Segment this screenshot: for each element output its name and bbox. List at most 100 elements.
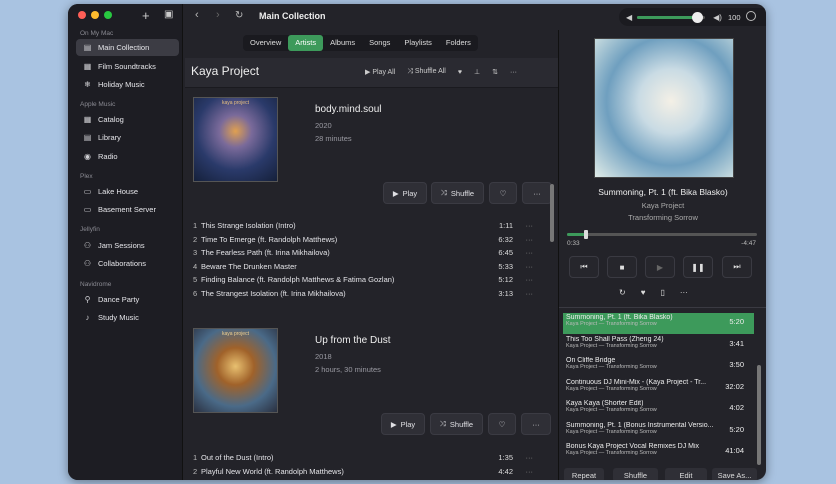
track-row[interactable]: 2 Playful New World (ft. Randolph Matthew… [193,465,533,478]
minimize-window-button[interactable] [91,11,99,19]
lyrics-icon[interactable]: ▯ [660,288,664,297]
more-icon[interactable]: ··· [513,235,534,244]
sidebar-item-film-soundtracks[interactable]: ▦ Film Soundtracks [76,58,179,75]
track-number: 6 [193,288,198,298]
zoom-window-button[interactable] [104,11,112,19]
play-button[interactable]: ▶ Play [381,413,425,435]
add-icon[interactable]: + [142,8,150,23]
tab-songs[interactable]: Songs [362,35,397,51]
more-icon[interactable]: ··· [680,288,688,297]
favorite-button[interactable]: ♡ [489,182,517,204]
sidebar-item-label: Catalog [98,115,124,124]
sidebar-item-basement-server[interactable]: ▭ Basement Server [76,201,179,218]
track-row[interactable]: 1 Out of the Dust (Intro) 1:35 ··· [193,451,533,464]
sidebar-item-holiday-music[interactable]: ❄ Holiday Music [76,76,179,93]
volume-slider[interactable] [637,11,706,23]
tab-albums[interactable]: Albums [323,35,362,51]
heart-icon[interactable]: ♥ [641,288,646,297]
track-row[interactable]: 6 The Strangest Isolation (ft. Irina Mikh… [193,287,533,300]
more-icon[interactable]: ··· [513,453,534,462]
queue-item-duration: 41:04 [725,446,744,455]
save-queue-button[interactable]: Save As... [712,468,757,480]
sidebar-item-label: Collaborations [98,259,146,268]
queue-item-subtitle: Kaya Project — Transforming Sorrow [566,450,657,456]
sidebar-item-collaborations[interactable]: ⚇ Collaborations [76,255,179,272]
progress-knob[interactable] [584,230,588,239]
previous-icon: ⏮ [580,262,588,271]
track-row[interactable]: 3Lola Yana (ft. Irina Mikhailova)4:19··· [193,478,533,480]
track-row[interactable]: 2 Time To Emerge (ft. Randolph Matthews) 6… [193,233,533,246]
track-row[interactable]: 1 This Strange Isolation (Intro) 1:11 ··· [193,219,533,232]
tab-playlists[interactable]: Playlists [397,35,439,51]
tab-folders[interactable]: Folders [439,35,478,51]
heart-icon[interactable]: ♥ [458,69,462,76]
more-icon[interactable]: ··· [513,467,534,476]
album-art-label: kaya project [222,100,249,106]
queue-item[interactable]: Summoning, Pt. 1 (ft. Bika Blasko) Kaya P… [563,313,754,334]
progress-bar[interactable] [567,230,757,239]
tab-overview[interactable]: Overview [243,35,288,51]
sidebar-item-jam-sessions[interactable]: ⚇ Jam Sessions [76,237,179,254]
more-icon[interactable]: ··· [513,262,534,271]
sidebar-toggle-icon[interactable]: ▣ [164,9,173,20]
queue-item[interactable]: Bonus Kaya Project Vocal Remixes DJ Mix K… [563,442,754,463]
more-icon[interactable]: ··· [510,69,517,76]
forward-icon[interactable]: › [216,9,220,21]
track-row[interactable]: 3 The Fearless Path (ft. Irina Mikhailova… [193,246,533,259]
album-art[interactable]: kaya project [193,97,278,182]
play-button[interactable]: ▶ Play [383,182,427,204]
shuffle-all-button[interactable]: ⤨ Shuffle All [407,68,446,76]
queue-item-title: Bonus Kaya Project Vocal Remixes DJ Mix [566,443,700,450]
airplay-icon[interactable] [746,11,756,21]
queue-item[interactable]: This Too Shall Pass (Zheng 24) Kaya Proje… [563,335,754,356]
more-icon[interactable]: ··· [513,221,534,230]
extra-controls: ↻ ♥ ▯ ··· [619,288,688,297]
tab-artists[interactable]: Artists [288,35,324,51]
track-row[interactable]: 5 Finding Balance (ft. Randolph Matthews … [193,273,533,286]
sidebar-item-catalog[interactable]: ▦ Catalog [76,111,179,128]
favorite-button[interactable]: ♡ [488,413,516,435]
album-art[interactable]: kaya project [193,328,278,413]
shuffle-queue-button[interactable]: Shuffle [613,468,658,480]
sidebar-item-radio[interactable]: ◉ Radio [76,148,179,165]
scrollbar[interactable] [550,184,554,242]
play-icon: ▶ [390,419,397,429]
shuffle-button[interactable]: ⤨ Shuffle [430,413,483,435]
queue-item[interactable]: On Cliffe Bridge Kaya Project — Transform… [563,356,754,377]
more-icon[interactable]: ··· [513,289,534,298]
repeat-one-icon[interactable]: ↻ [619,288,626,297]
pin-icon[interactable]: ⊥ [474,68,480,76]
sidebar-item-lake-house[interactable]: ▭ Lake House [76,183,179,200]
shuffle-button[interactable]: ⤨ Shuffle [431,182,484,204]
back-icon[interactable]: ‹ [195,9,199,21]
sidebar-item-library[interactable]: ▤ Library [76,129,179,146]
queue-item[interactable]: Continuous DJ Mini-Mix - (Kaya Project -… [563,378,754,399]
play-button[interactable]: ▶ [645,256,675,278]
sidebar-item-study-music[interactable]: ♪ Study Music [76,309,179,326]
stop-button[interactable]: ■ [607,256,637,278]
pause-button[interactable]: ❚❚ [683,256,713,278]
more-icon[interactable]: ··· [513,248,534,257]
queue-item[interactable]: Kaya Kaya (Shorter Edit) Kaya Project — T… [563,399,754,420]
sidebar-item-main-collection[interactable]: ▤ Main Collection [76,39,179,56]
next-button[interactable]: ⏭ [722,256,752,278]
folder-icon: ▭ [83,205,92,214]
track-row[interactable]: 4 Beware The Drunken Master 5:33 ··· [193,260,533,273]
volume-knob[interactable] [691,11,703,23]
more-icon[interactable]: ··· [513,275,534,284]
app-window: + ▣ On My Mac ▤ Main Collection ▦ Film Sou… [68,4,766,480]
edit-queue-button[interactable]: Edit [665,468,707,480]
sort-icon[interactable]: ⇅ [492,68,498,76]
sidebar-item-dance-party[interactable]: ⚲ Dance Party [76,291,179,308]
album-more-button[interactable]: ··· [522,182,552,204]
album-more-button[interactable]: ··· [521,413,551,435]
close-window-button[interactable] [78,11,86,19]
queue-item[interactable]: Summoning, Pt. 1 (Bonus Instrumental Ver… [563,421,754,442]
pause-icon: ❚❚ [691,262,705,272]
refresh-icon[interactable]: ↻ [235,10,243,21]
queue-scrollbar[interactable] [757,365,761,465]
play-all-button[interactable]: ▶ Play All [365,68,395,76]
repeat-button[interactable]: Repeat [564,468,604,480]
library-icon: ▤ [83,43,92,52]
previous-button[interactable]: ⏮ [569,256,599,278]
